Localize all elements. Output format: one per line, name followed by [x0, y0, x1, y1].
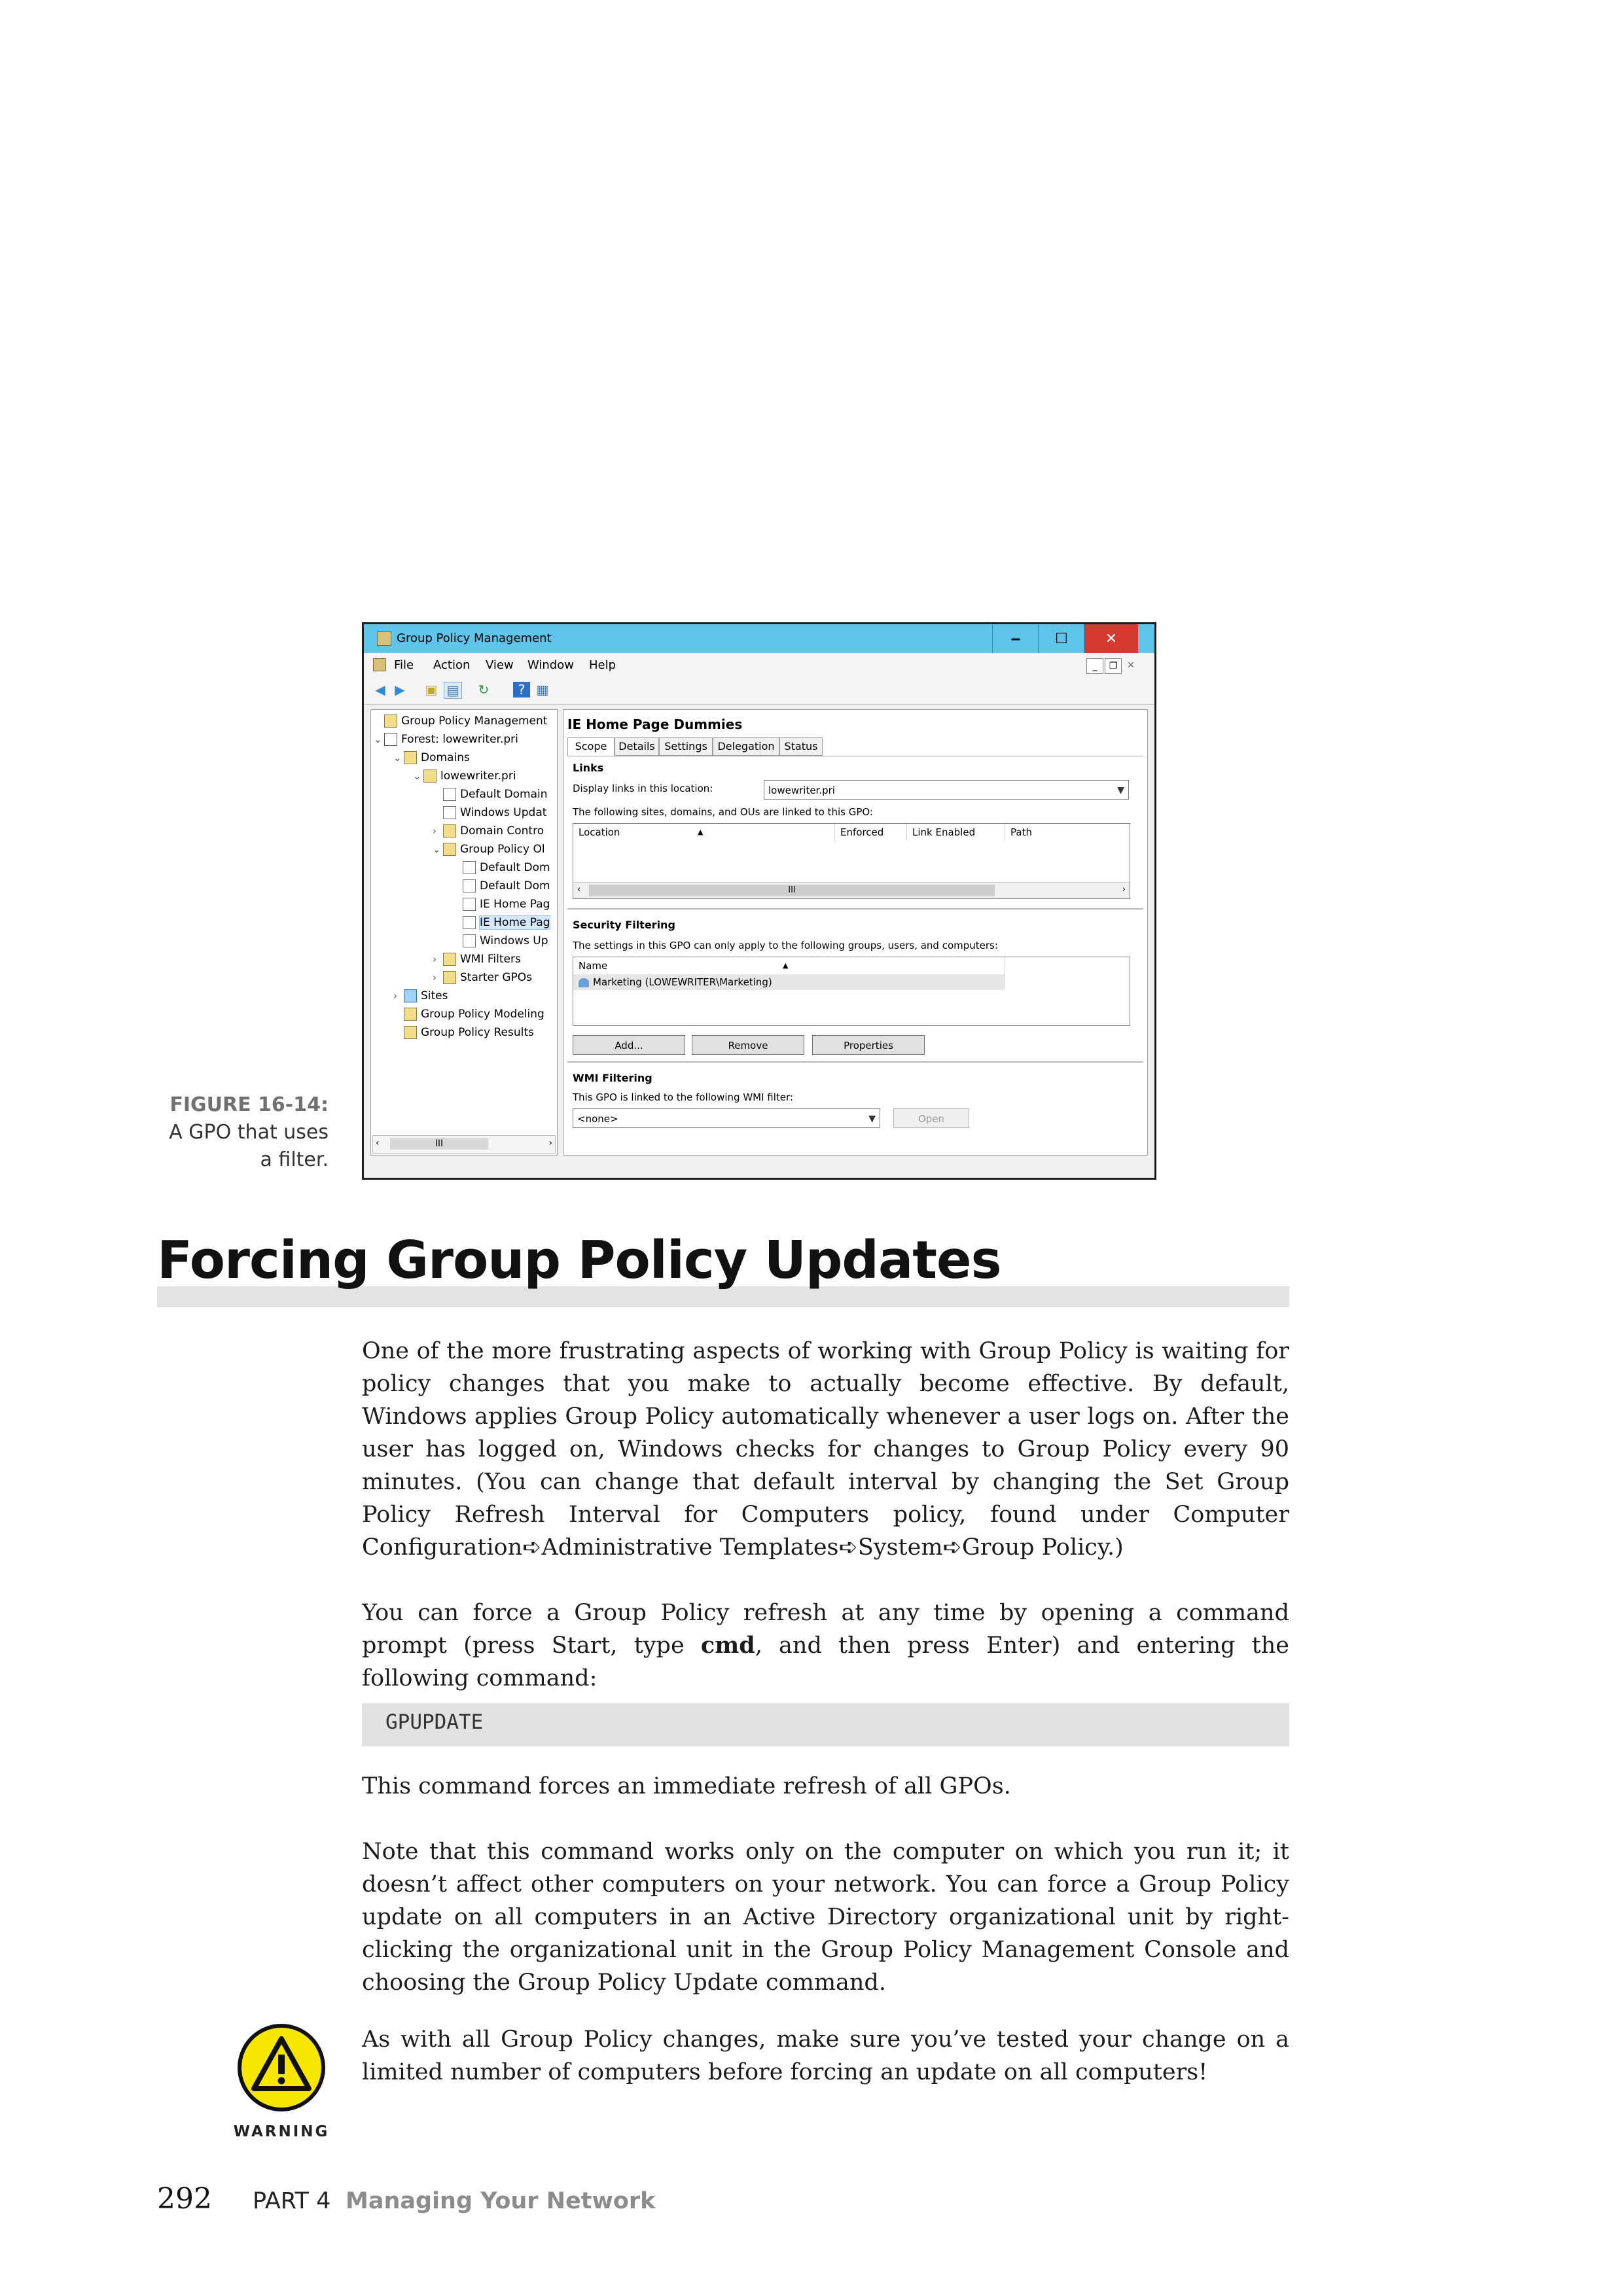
gpm-window-screenshot: Group Policy Management ‒ ☐ ✕ File Actio…	[362, 622, 1156, 1180]
code-text: GPUPDATE	[385, 1710, 484, 1734]
section-heading: Forcing Group Policy Updates	[157, 1230, 1002, 1290]
tree-item[interactable]: Windows Updat	[433, 804, 546, 821]
tree-item[interactable]: › Starter GPOs	[433, 969, 532, 986]
linked-description: The following sites, domains, and OUs ar…	[573, 806, 873, 818]
show-tree-icon[interactable]: ▤	[444, 682, 462, 699]
security-entry[interactable]: Marketing (LOWEWRITER\Marketing)	[573, 974, 1005, 990]
help-icon[interactable]: ?	[513, 682, 530, 698]
menu-file[interactable]: File	[394, 658, 414, 672]
wmi-filtering-title: WMI Filtering	[573, 1072, 652, 1084]
tree-item[interactable]: ⌄ Domains	[393, 749, 470, 766]
tree-item[interactable]: Default Dom	[452, 859, 550, 876]
tree-item[interactable]: ⌄ lowewriter.pri	[413, 768, 516, 785]
close-button[interactable]: ✕	[1084, 624, 1138, 653]
window-title: Group Policy Management	[397, 631, 552, 645]
back-arrow-icon[interactable]: ◀	[372, 682, 389, 698]
tree-item[interactable]: Default Dom	[452, 877, 550, 894]
child-close-button[interactable]: ✕	[1123, 658, 1139, 673]
links-section-title: Links	[573, 762, 604, 774]
links-location-dropdown[interactable]: lowewriter.pri ▼	[764, 780, 1129, 800]
footer-part-title: Managing Your Network	[346, 2188, 656, 2214]
footer-part: PART 4	[253, 2188, 331, 2214]
menu-help[interactable]: Help	[589, 658, 616, 672]
properties-icon[interactable]: ▦	[534, 682, 551, 698]
properties-button[interactable]: Properties	[812, 1035, 925, 1055]
add-button[interactable]: Add...	[573, 1035, 685, 1055]
menu-view[interactable]: View	[486, 658, 514, 672]
section-divider	[567, 908, 1143, 910]
child-restore-button[interactable]: ❐	[1105, 658, 1122, 674]
column-link-enabled[interactable]: Link Enabled	[907, 824, 1005, 841]
security-filtering-title: Security Filtering	[573, 919, 675, 931]
tree-item[interactable]: › WMI Filters	[433, 951, 521, 968]
tab-scope[interactable]: Scope	[567, 737, 615, 757]
column-enforced[interactable]: Enforced	[835, 824, 907, 841]
remove-button[interactable]: Remove	[692, 1035, 804, 1055]
app-icon	[377, 631, 391, 646]
tree-item-selected[interactable]: IE Home Pag	[452, 914, 551, 931]
console-tree: Group Policy Management ⌄ Forest: lowewri…	[370, 709, 558, 1156]
wmi-description: This GPO is linked to the following WMI …	[573, 1091, 793, 1103]
chevron-down-icon: ▼	[868, 1114, 876, 1124]
up-folder-icon[interactable]: ▣	[423, 682, 440, 698]
warning-label: WARNING	[233, 2123, 330, 2140]
display-links-label: Display links in this location:	[573, 783, 713, 794]
tab-status[interactable]: Status	[779, 737, 823, 756]
cmd-command: cmd	[700, 1632, 755, 1659]
minimize-button[interactable]: ‒	[992, 624, 1039, 653]
warning-text: As with all Group Policy changes, make s…	[362, 2026, 1289, 2085]
tree-item[interactable]: › Domain Contro	[433, 822, 544, 839]
tree-item[interactable]: Windows Up	[452, 932, 548, 949]
scope-tab-panel: Links Display links in this location: lo…	[567, 756, 1143, 1148]
column-location[interactable]: Location ▲	[573, 824, 835, 841]
security-list[interactable]: Name ▲ Marketing (LOWEWRITER\Marketing)	[573, 957, 1130, 1026]
figure-caption: FIGURE 16-14: A GPO that uses a filter.	[157, 1091, 329, 1174]
menu-bar: File Action View Window Help _ ❐ ✕	[364, 653, 1154, 675]
tree-horizontal-scrollbar[interactable]: ‹ III ›	[372, 1135, 556, 1154]
paragraph-1: One of the more frustrating aspects of w…	[362, 1338, 1289, 1561]
warning-icon	[238, 2024, 325, 2111]
group-icon	[579, 978, 589, 987]
page-number: 292	[157, 2182, 212, 2216]
figure-label: FIGURE 16-14:	[169, 1093, 329, 1116]
wmi-filter-dropdown[interactable]: <none> ▼	[573, 1108, 880, 1128]
security-description: The settings in this GPO can only apply …	[573, 940, 998, 951]
menu-action[interactable]: Action	[433, 658, 470, 672]
gpo-title: IE Home Page Dummies	[567, 716, 743, 732]
tab-details[interactable]: Details	[615, 737, 659, 756]
window-titlebar: Group Policy Management ‒ ☐ ✕	[364, 624, 1154, 653]
column-path[interactable]: Path	[1005, 824, 1128, 841]
tree-item[interactable]: ⌄ Forest: lowewriter.pri	[374, 731, 518, 748]
tree-item[interactable]: IE Home Pag	[452, 896, 550, 913]
tree-item[interactable]: Group Policy Management	[374, 713, 547, 730]
tree-item[interactable]: Group Policy Results	[393, 1024, 534, 1041]
toolbar: ◀ ▶ ▣ ▤ ↻ ? ▦	[364, 675, 1154, 705]
tab-settings[interactable]: Settings	[659, 737, 713, 756]
links-list[interactable]: Location ▲ Enforced Link Enabled Path ‹ I…	[573, 823, 1130, 899]
forward-arrow-icon[interactable]: ▶	[391, 682, 408, 698]
tree-item[interactable]: Group Policy Modeling	[393, 1006, 544, 1023]
open-button[interactable]: Open	[893, 1108, 969, 1128]
links-horizontal-scrollbar[interactable]: ‹ III ›	[573, 882, 1130, 898]
maximize-button[interactable]: ☐	[1038, 624, 1084, 653]
console-icon	[373, 658, 386, 671]
tree-item[interactable]: › Sites	[393, 987, 448, 1004]
tree-item[interactable]: Default Domain	[433, 786, 548, 803]
refresh-icon[interactable]: ↻	[475, 682, 492, 698]
code-block: GPUPDATE	[362, 1703, 1289, 1746]
tree-item[interactable]: ⌄ Group Policy Ol	[433, 841, 545, 858]
tab-delegation[interactable]: Delegation	[713, 737, 779, 756]
section-divider	[567, 1061, 1143, 1063]
paragraph-4: Note that this command works only on the…	[362, 1839, 1289, 1996]
chevron-down-icon: ▼	[1117, 785, 1124, 796]
details-pane: IE Home Page Dummies Scope Details Setti…	[563, 709, 1148, 1156]
column-name[interactable]: Name ▲	[573, 957, 1005, 974]
paragraph-2: You can force a Group Policy refresh at …	[362, 1600, 1289, 1691]
menu-window[interactable]: Window	[527, 658, 574, 672]
figure-caption-text: A GPO that uses a filter.	[169, 1121, 329, 1171]
child-minimize-button[interactable]: _	[1086, 658, 1103, 674]
paragraph-3: This command forces an immediate refresh…	[362, 1773, 1011, 1799]
